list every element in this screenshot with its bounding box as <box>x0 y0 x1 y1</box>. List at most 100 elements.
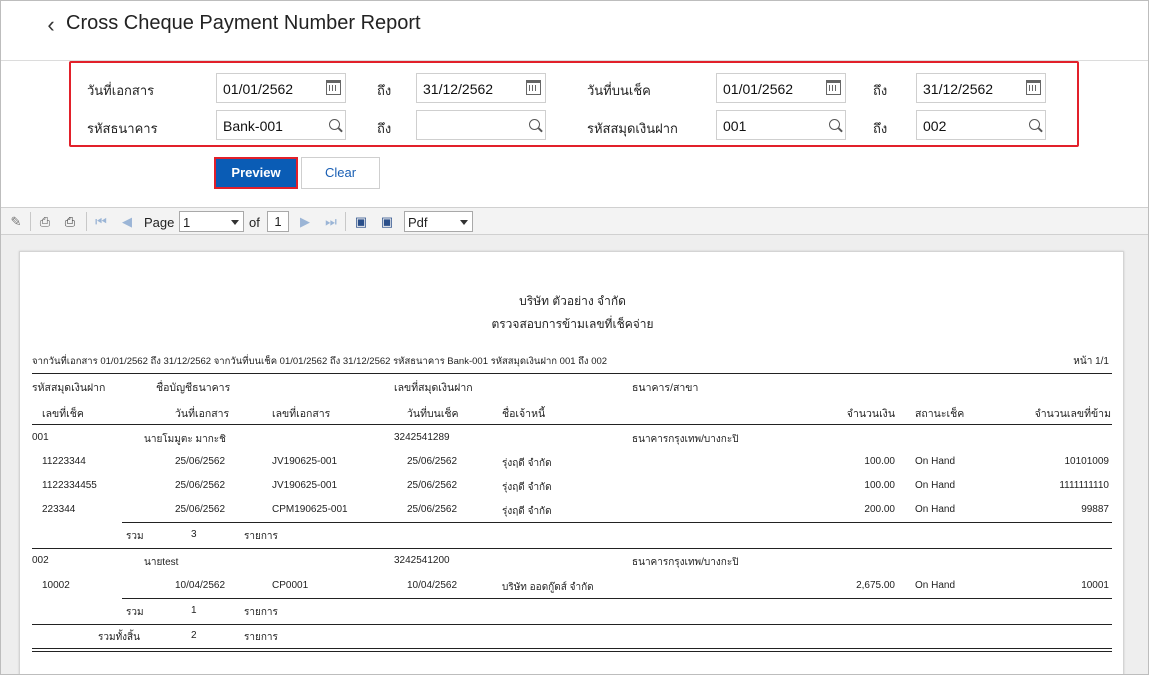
first-page-icon[interactable]: ⏮ <box>92 213 110 230</box>
bank-code-from-value: Bank-001 <box>223 118 283 134</box>
col-cheque-no: เลขที่เช็ค <box>42 408 84 420</box>
group-bank: ธนาคารกรุงเทพ/บางกะปิ <box>632 434 739 445</box>
divider <box>32 648 1112 649</box>
calendar-icon[interactable] <box>826 80 841 95</box>
calendar-icon[interactable] <box>526 80 541 95</box>
of-label: of <box>249 215 260 230</box>
group-passbook-no: 3242541289 <box>394 432 450 443</box>
app-window: ‹ Cross Cheque Payment Number Report วัน… <box>0 0 1149 675</box>
preview-button[interactable]: Preview <box>214 157 298 189</box>
report-page-info: หน้า 1/1 <box>1073 356 1109 367</box>
bank-code-to-field[interactable] <box>416 110 546 140</box>
cheque-date-to-value: 31/12/2562 <box>923 81 994 97</box>
divider <box>32 651 1112 652</box>
edit-icon[interactable]: ✎ <box>7 213 25 230</box>
divider <box>32 373 1112 374</box>
to-label: ถึง <box>873 83 888 98</box>
cell-amount: 2,675.00 <box>856 580 895 591</box>
search-icon[interactable] <box>329 119 340 130</box>
page-label: Page <box>144 215 175 230</box>
cell-cheque-no: 10002 <box>42 580 70 591</box>
group-account-name: นายโมมูตะ มากะชิ <box>144 434 226 445</box>
doc-date-to-field[interactable]: 31/12/2562 <box>416 73 546 103</box>
cheque-date-label: วันที่บนเช็ค <box>587 83 651 98</box>
print-preview-icon[interactable]: ⎙ <box>61 213 79 230</box>
cell-doc-date: 25/06/2562 <box>175 504 226 515</box>
col-status: สถานะเช็ค <box>915 408 965 420</box>
cell-doc-no: JV190625-001 <box>272 480 338 491</box>
toolbar-separator <box>30 212 31 231</box>
to-label: ถึง <box>873 121 888 136</box>
passbook-to-field[interactable]: 002 <box>916 110 1046 140</box>
cell-cheque-no: 11223344 <box>42 456 86 467</box>
cell-status: On Hand <box>915 580 956 591</box>
previous-page-icon[interactable]: ◀ <box>118 213 136 230</box>
cell-doc-date: 25/06/2562 <box>175 456 226 467</box>
group-total-count: 3 <box>191 529 197 540</box>
cell-skip: 10101009 <box>1064 456 1110 467</box>
cell-skip: 1111111110 <box>1059 480 1109 491</box>
calendar-icon[interactable] <box>326 80 341 95</box>
passbook-from-field[interactable]: 001 <box>716 110 846 140</box>
filter-panel: วันที่เอกสาร 01/01/2562 ถึง 31/12/2562 ว… <box>69 61 1079 147</box>
cheque-date-from-field[interactable]: 01/01/2562 <box>716 73 846 103</box>
grand-total-unit: รายการ <box>244 632 278 643</box>
col-passbook-code: รหัสสมุดเงินฝาก <box>32 382 106 394</box>
report-title: ตรวจสอบการข้ามเลขที่เช็คจ่าย <box>491 317 654 331</box>
cheque-date-from-value: 01/01/2562 <box>723 81 794 97</box>
cell-cheque-date: 25/06/2562 <box>407 480 458 491</box>
grand-total-count: 2 <box>191 630 197 641</box>
bank-code-from-field[interactable]: Bank-001 <box>216 110 346 140</box>
report-toolbar: ✎ ⎙ ⎙ ⏮ ◀ Page 1 of 1 ▶ ⏭ ▣ ▣ Pdf <box>1 207 1148 235</box>
last-page-icon[interactable]: ⏭ <box>322 213 340 230</box>
search-icon[interactable] <box>829 119 840 130</box>
divider <box>122 522 1112 523</box>
cell-creditor: รุ่งฤดี จำกัด <box>502 458 552 469</box>
cell-amount: 100.00 <box>864 480 895 491</box>
report-viewer[interactable]: บริษัท ตัวอย่าง จำกัด ตรวจสอบการข้ามเลขท… <box>1 235 1148 674</box>
cell-doc-no: CPM190625-001 <box>272 504 348 515</box>
report-company: บริษัท ตัวอย่าง จำกัด <box>519 294 626 308</box>
group-total-count: 1 <box>191 605 197 616</box>
report-criteria: จากวันที่เอกสาร 01/01/2562 ถึง 31/12/256… <box>32 356 608 367</box>
calendar-icon[interactable] <box>1026 80 1041 95</box>
col-passbook-no: เลขที่สมุดเงินฝาก <box>394 382 473 394</box>
save-icon[interactable]: ▣ <box>352 213 370 230</box>
cell-cheque-date: 10/04/2562 <box>407 580 458 591</box>
clear-button[interactable]: Clear <box>301 157 380 189</box>
grand-total-label: รวมทั้งสิ้น <box>98 632 140 643</box>
print-icon[interactable]: ⎙ <box>36 213 54 230</box>
cheque-date-to-field[interactable]: 31/12/2562 <box>916 73 1046 103</box>
chevron-left-icon: ‹ <box>47 12 55 37</box>
bank-code-label: รหัสธนาคาร <box>87 121 158 136</box>
group-code: 001 <box>32 432 49 443</box>
page-number-select[interactable]: 1 <box>179 211 244 232</box>
toolbar-separator <box>345 212 346 231</box>
search-icon[interactable] <box>1029 119 1040 130</box>
save-as-icon[interactable]: ▣ <box>378 213 396 230</box>
dropdown-arrow-icon <box>460 220 468 225</box>
doc-date-from-field[interactable]: 01/01/2562 <box>216 73 346 103</box>
doc-date-to-value: 31/12/2562 <box>423 81 494 97</box>
group-total-unit: รายการ <box>244 607 278 618</box>
doc-date-label: วันที่เอกสาร <box>87 83 155 98</box>
group-bank: ธนาคารกรุงเทพ/บางกะปิ <box>632 557 739 568</box>
cell-cheque-no: 1122334455 <box>42 480 97 491</box>
page-header: ‹ Cross Cheque Payment Number Report <box>1 1 1148 61</box>
export-format-select[interactable]: Pdf <box>404 211 473 232</box>
back-button[interactable]: ‹ <box>41 13 61 37</box>
search-icon[interactable] <box>529 119 540 130</box>
divider <box>32 624 1112 625</box>
col-doc-date: วันที่เอกสาร <box>175 408 230 420</box>
group-code: 002 <box>32 555 49 566</box>
cell-cheque-no: 223344 <box>42 504 76 515</box>
group-total-unit: รายการ <box>244 531 278 542</box>
page-total: 1 <box>267 211 289 232</box>
page-number-value: 1 <box>183 215 191 230</box>
cell-doc-no: CP0001 <box>272 580 309 591</box>
next-page-icon[interactable]: ▶ <box>296 213 314 230</box>
to-label: ถึง <box>377 121 392 136</box>
cell-status: On Hand <box>915 480 956 491</box>
divider <box>122 598 1112 599</box>
passbook-to-value: 002 <box>923 118 947 134</box>
